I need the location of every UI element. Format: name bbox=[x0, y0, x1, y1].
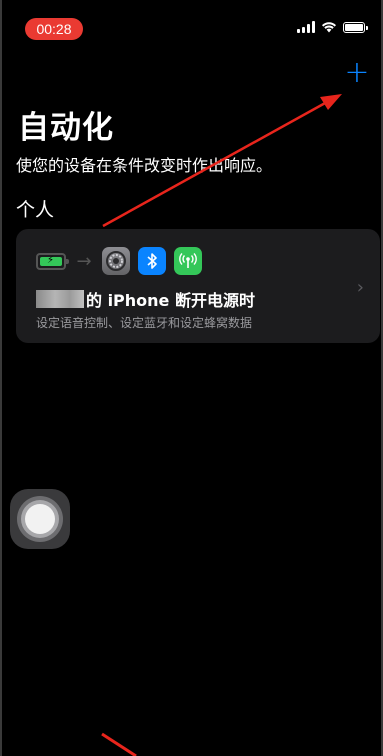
battery-icon bbox=[343, 21, 368, 33]
page-subtitle: 使您的设备在条件改变时作出响应。 bbox=[16, 156, 273, 175]
automation-description: 设定语音控制、设定蓝牙和设定蜂窝数据 bbox=[36, 316, 253, 330]
section-header-personal: 个人 bbox=[16, 199, 55, 221]
automation-title-text: 的 iPhone 断开电源时 bbox=[86, 291, 255, 310]
wifi-icon bbox=[322, 22, 336, 33]
arrow-right-icon: → bbox=[76, 250, 92, 272]
page-title: 自动化 bbox=[18, 110, 114, 146]
signal-icon bbox=[297, 21, 315, 33]
assistive-touch-button[interactable] bbox=[10, 489, 70, 549]
status-time[interactable]: 00:28 bbox=[25, 18, 83, 40]
automation-card[interactable]: ⚡ → 的 iPhone 断开电源时 设定语音控制、设定蓝牙和设定蜂窝数据 › bbox=[16, 229, 380, 343]
cellular-icon bbox=[174, 247, 202, 275]
bluetooth-icon bbox=[138, 247, 166, 275]
annotation-arrow-bottom bbox=[101, 732, 137, 756]
chevron-right-icon[interactable]: › bbox=[357, 277, 364, 298]
annotation-arrowhead-top bbox=[320, 94, 342, 110]
trigger-icons: ⚡ → bbox=[36, 247, 202, 275]
add-automation-button[interactable]: + bbox=[344, 58, 370, 88]
settings-icon bbox=[102, 247, 130, 275]
redacted-device-name bbox=[36, 290, 84, 308]
status-bar: 00:28 bbox=[2, 0, 381, 48]
battery-charging-icon: ⚡ bbox=[36, 252, 69, 270]
status-icons bbox=[297, 21, 368, 33]
automation-title: 的 iPhone 断开电源时 bbox=[36, 287, 255, 311]
assistive-touch-icon bbox=[25, 504, 55, 534]
automation-screen: 00:28 + 自动化 使您的设备在条件改变时作出响应。 个人 ⚡ → 的 iP… bbox=[0, 0, 383, 756]
